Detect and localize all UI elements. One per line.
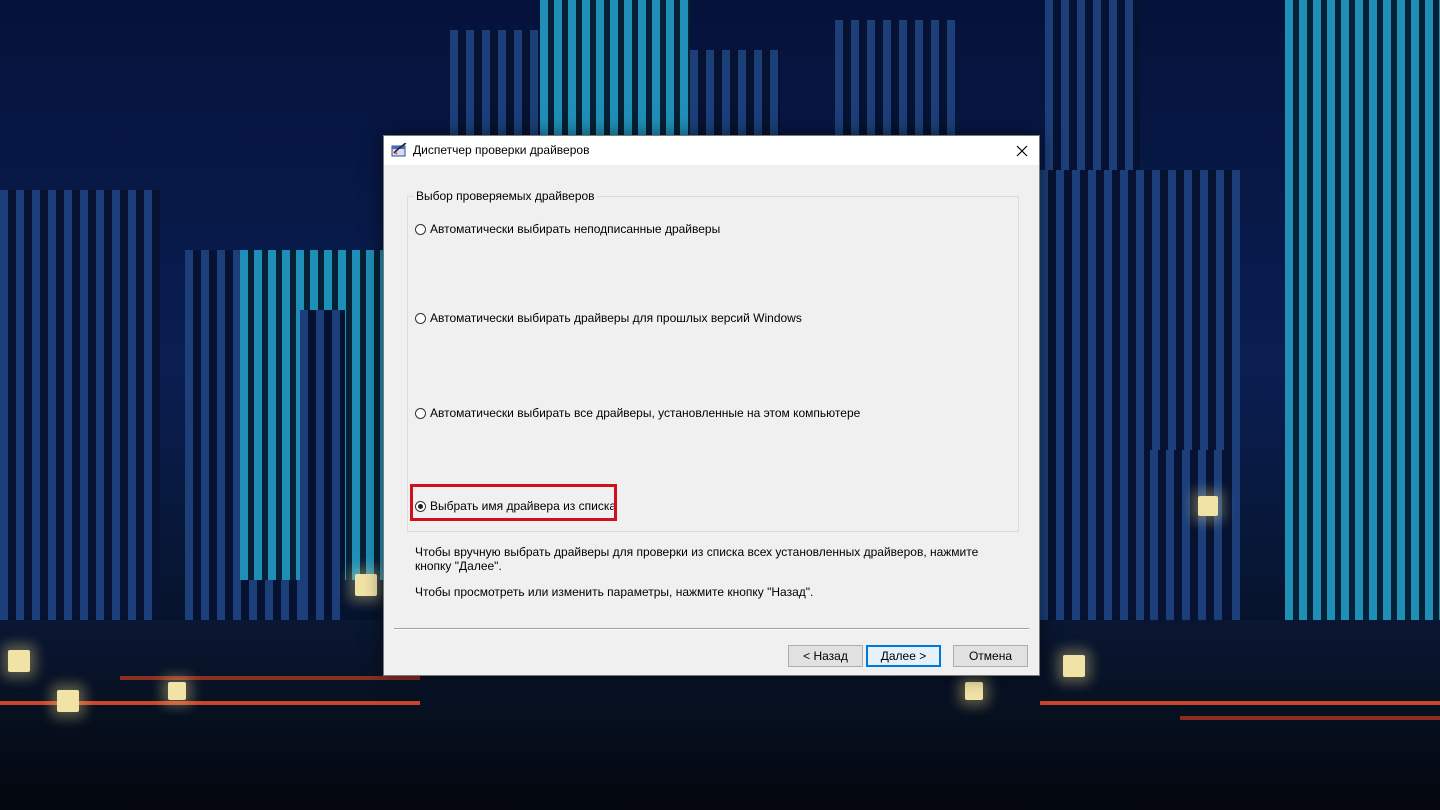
highlight-annotation-box (410, 484, 617, 521)
driver-verifier-icon (391, 142, 407, 157)
radio-button[interactable] (415, 407, 426, 419)
dialog-title: Диспетчер проверки драйверов (413, 143, 590, 157)
back-button[interactable]: < Назад (788, 645, 863, 667)
description-next: Чтобы вручную выбрать драйверы для прове… (415, 545, 979, 573)
next-button[interactable]: Далее > (866, 645, 941, 667)
description-back: Чтобы просмотреть или изменить параметры… (415, 585, 814, 599)
radio-button[interactable] (415, 223, 426, 235)
driver-verifier-dialog: Диспетчер проверки драйверов Выбор прове… (383, 135, 1040, 676)
radio-button[interactable] (415, 312, 426, 324)
radio-older-windows-drivers[interactable]: Автоматически выбирать драйверы для прош… (415, 311, 802, 325)
driver-selection-groupbox (407, 196, 1019, 532)
radio-unsigned-drivers[interactable]: Автоматически выбирать неподписанные дра… (415, 222, 720, 236)
groupbox-label: Выбор проверяемых драйверов (414, 189, 597, 203)
close-icon (1016, 145, 1028, 156)
radio-label: Автоматически выбирать неподписанные дра… (430, 222, 721, 236)
separator (394, 628, 1029, 630)
close-button[interactable] (1005, 136, 1039, 165)
cancel-button[interactable]: Отмена (953, 645, 1028, 667)
radio-label: Автоматически выбирать драйверы для прош… (430, 311, 802, 325)
radio-label: Автоматически выбирать все драйверы, уст… (430, 406, 861, 420)
radio-all-drivers[interactable]: Автоматически выбирать все драйверы, уст… (415, 406, 860, 420)
title-bar[interactable]: Диспетчер проверки драйверов (384, 136, 1039, 165)
